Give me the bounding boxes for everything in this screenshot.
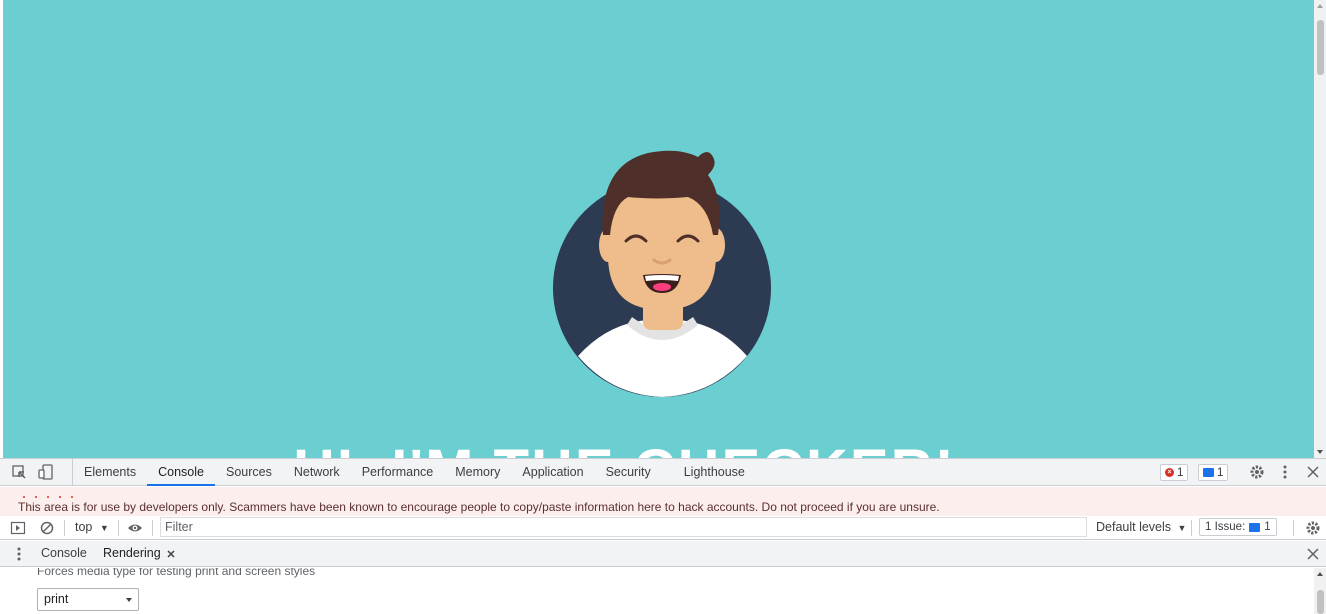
avatar-illustration xyxy=(553,150,771,397)
scroll-up-arrow-icon[interactable] xyxy=(1317,572,1323,576)
tab-lighthouse[interactable]: Lighthouse xyxy=(662,459,756,486)
drawer-tab-console[interactable]: Console xyxy=(41,541,87,567)
message-count: 1 xyxy=(1217,466,1224,479)
self-xss-warning: This area is for use by developers only.… xyxy=(0,487,1326,518)
page-scrollbar[interactable] xyxy=(1314,0,1326,458)
tab-performance[interactable]: Performance xyxy=(351,459,445,486)
scroll-thumb[interactable] xyxy=(1317,590,1324,614)
chevron-down-icon: ▼ xyxy=(1177,523,1187,533)
log-levels-dropdown[interactable]: Default levels ▼ xyxy=(1096,520,1186,534)
rendering-panel: Forces media type for testing print and … xyxy=(0,568,1314,614)
show-sidebar-icon[interactable] xyxy=(10,520,26,536)
tab-elements[interactable]: Elements xyxy=(73,459,147,486)
tab-network[interactable]: Network xyxy=(283,459,351,486)
tab-console[interactable]: Console xyxy=(147,459,215,486)
scroll-up-arrow-icon[interactable] xyxy=(1317,4,1323,8)
issues-button[interactable]: 1 Issue: 1 xyxy=(1199,518,1277,536)
toolbar-divider xyxy=(1293,520,1294,536)
more-options-icon[interactable] xyxy=(1277,464,1293,480)
console-settings-gear-icon[interactable] xyxy=(1305,520,1321,536)
drawer-tabbar: Console Rendering xyxy=(0,541,1326,567)
tab-security[interactable]: Security xyxy=(595,459,662,486)
toolbar-divider xyxy=(152,520,153,536)
clear-console-icon[interactable] xyxy=(39,520,55,536)
issue-icon xyxy=(1249,522,1261,532)
devtools-panel: Elements Console Sources Network Perform… xyxy=(0,458,1326,614)
tab-memory[interactable]: Memory xyxy=(444,459,511,486)
inspect-element-icon[interactable] xyxy=(11,464,27,480)
scroll-down-arrow-icon[interactable] xyxy=(1317,450,1323,454)
device-toolbar-icon[interactable] xyxy=(38,464,54,480)
filter-input[interactable] xyxy=(160,517,1087,537)
log-levels-label: Default levels xyxy=(1096,520,1172,534)
error-count-badge[interactable]: × 1 xyxy=(1160,464,1189,481)
rendering-panel-scrollbar[interactable] xyxy=(1314,568,1326,614)
warning-text: This area is for use by developers only.… xyxy=(18,500,940,514)
issues-count: 1 xyxy=(1264,521,1271,533)
devtools-tabs: Elements Console Sources Network Perform… xyxy=(72,459,756,486)
console-toolbar: top ▼ Default levels ▼ 1 Issue: 1 xyxy=(0,516,1326,540)
chevron-down-icon: ▼ xyxy=(99,523,109,533)
context-selector[interactable]: top ▼ xyxy=(75,520,109,534)
toolbar-divider xyxy=(1191,520,1192,536)
tab-application[interactable]: Application xyxy=(511,459,594,486)
error-icon: × xyxy=(1165,468,1174,477)
hero-title: HI, I'M THE CHECKER! xyxy=(293,437,956,458)
avatar-tongue xyxy=(653,283,671,291)
issues-label: 1 Issue: xyxy=(1205,521,1246,533)
drawer-menu-icon[interactable] xyxy=(11,546,27,562)
scroll-thumb[interactable] xyxy=(1317,20,1324,75)
chevron-down-icon xyxy=(126,598,132,602)
page-viewport: HI, I'M THE CHECKER! xyxy=(3,0,1314,458)
close-tab-icon[interactable] xyxy=(165,548,177,560)
tab-sources[interactable]: Sources xyxy=(215,459,283,486)
devtools-tabbar: Elements Console Sources Network Perform… xyxy=(0,459,1326,486)
drawer-tab-rendering[interactable]: Rendering xyxy=(103,541,161,567)
live-expression-eye-icon[interactable] xyxy=(127,520,143,536)
close-drawer-icon[interactable] xyxy=(1305,546,1321,562)
close-devtools-icon[interactable] xyxy=(1305,464,1321,480)
message-icon xyxy=(1203,468,1214,477)
emulate-media-description: Forces media type for testing print and … xyxy=(37,568,316,578)
media-select-value: print xyxy=(44,592,69,606)
context-value: top xyxy=(75,520,93,534)
emulate-media-select[interactable]: print xyxy=(37,588,139,611)
warning-decoration xyxy=(18,496,80,498)
settings-gear-icon[interactable] xyxy=(1249,464,1265,480)
toolbar-divider xyxy=(118,520,119,536)
error-count: 1 xyxy=(1177,466,1184,479)
toolbar-divider xyxy=(64,520,65,536)
message-count-badge[interactable]: 1 xyxy=(1198,464,1229,481)
